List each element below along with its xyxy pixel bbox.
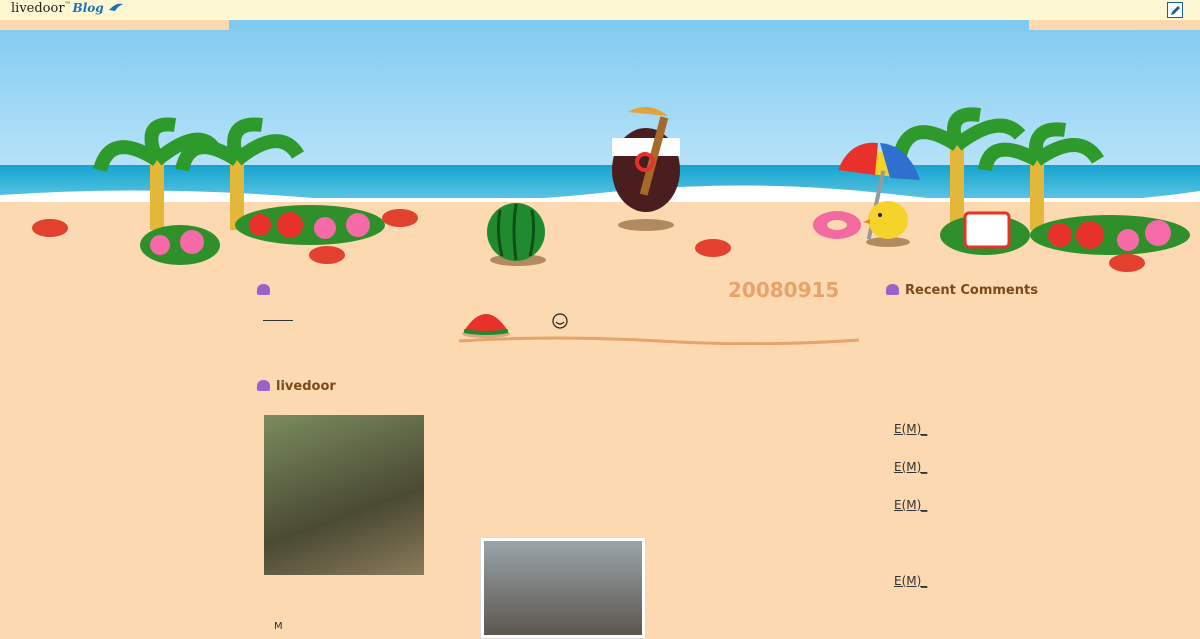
post-date: 20080915 (728, 278, 840, 302)
hibiscus-icon (235, 205, 385, 245)
shell-icon (886, 284, 899, 295)
recent-comment-link[interactable]: E(M)_ (894, 460, 927, 474)
left-sidebar-heading (257, 283, 276, 298)
crab-icon (309, 246, 345, 264)
swim-ring-icon (813, 211, 861, 239)
profile-photo[interactable] (264, 415, 424, 575)
sign-icon (963, 211, 1011, 249)
watermelon-icon (487, 203, 546, 266)
hibiscus-icon (140, 225, 220, 265)
recent-comment-link[interactable]: E(M)_ (894, 422, 927, 436)
bottom-text: M (274, 621, 283, 632)
livedoor-blog-logo[interactable]: livedoor™ Blog (11, 1, 124, 16)
hibiscus-icon (1030, 215, 1190, 255)
divider (263, 320, 293, 321)
beach-header-scene (0, 20, 1200, 275)
shell-icon (257, 284, 270, 295)
logo-text: livedoor (11, 1, 65, 16)
crab-icon (1109, 254, 1145, 272)
palm-tree-icon (93, 117, 221, 230)
crab-icon (382, 209, 418, 227)
recent-comments-heading: Recent Comments (886, 283, 1038, 298)
crab-icon (32, 219, 68, 237)
recent-comment-link[interactable]: E(M)_ (894, 574, 927, 588)
top-bar: livedoor™ Blog (0, 0, 1200, 21)
profile-heading: livedoor (257, 379, 336, 394)
recent-comment-link[interactable]: E(M)_ (894, 498, 927, 512)
crab-icon (695, 239, 731, 257)
edit-icon[interactable] (1167, 2, 1183, 18)
logo-suffix: Blog (72, 1, 104, 15)
wavy-divider (459, 336, 859, 345)
dolphin-icon (108, 3, 123, 11)
post-photo[interactable] (480, 537, 646, 639)
palm-tree-icon (893, 107, 1026, 225)
scene-decorations (32, 106, 1190, 272)
main-content: 20080915 Recent Comments livedoor E(M)_ … (0, 275, 1200, 639)
shell-icon (257, 380, 270, 391)
smiley-icon (552, 313, 568, 329)
mascot-icon (612, 106, 680, 231)
chick-icon (863, 201, 910, 247)
